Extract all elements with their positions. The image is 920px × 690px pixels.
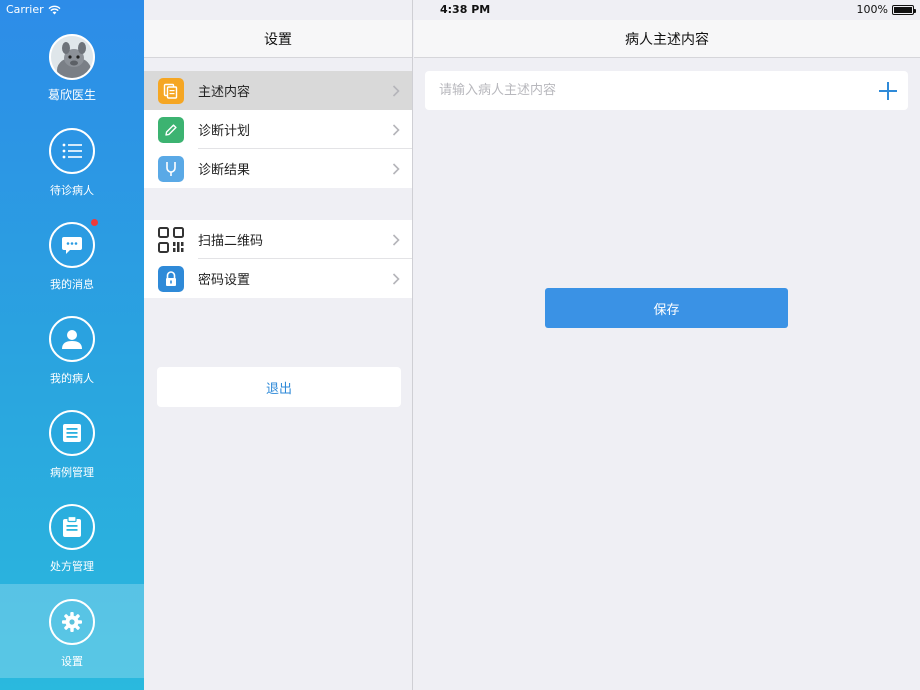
- status-bar: Carrier 4:38 PM 100%: [0, 0, 920, 20]
- settings-row-password[interactable]: 密码设置: [144, 259, 412, 298]
- wifi-icon: [48, 5, 61, 14]
- chevron-right-icon: [392, 220, 400, 259]
- detail-title: 病人主述内容: [414, 20, 920, 58]
- profile-name: 葛欣医生: [47, 88, 96, 102]
- complaint-input-card: [425, 71, 908, 110]
- detail-panel: 病人主述内容 保存: [414, 0, 920, 690]
- avatar-image: [51, 36, 93, 78]
- sidebar: 葛欣医生 待诊病人 我的消息 我的病人 病例管理 处方管理 设置: [0, 0, 144, 690]
- stethoscope-icon: [158, 155, 184, 182]
- nav-circle: [49, 219, 98, 268]
- profile[interactable]: 葛欣医生: [0, 34, 144, 103]
- nav-circle: [49, 504, 95, 550]
- settings-panel: 设置 主述内容 诊断计划 诊断结果 扫描二维码 密码设置 退出: [144, 0, 413, 690]
- person-icon: [62, 330, 82, 349]
- settings-row-chief-complaint[interactable]: 主述内容: [144, 71, 412, 110]
- sidebar-item-label: 处方管理: [50, 560, 94, 573]
- pencil-icon: [158, 116, 184, 143]
- settings-row-diagnosis-result[interactable]: 诊断结果: [144, 149, 412, 188]
- battery-indicator: 100%: [856, 3, 916, 16]
- add-button[interactable]: [876, 79, 900, 103]
- row-label: 主述内容: [198, 85, 251, 100]
- sidebar-item-label: 我的病人: [50, 372, 94, 385]
- clipboard-icon: [63, 516, 81, 537]
- logout-button[interactable]: 退出: [157, 367, 401, 407]
- sidebar-item-label: 病例管理: [50, 466, 94, 479]
- complaint-input[interactable]: [439, 71, 859, 110]
- chevron-right-icon: [392, 110, 400, 149]
- sidebar-item-my-patients[interactable]: 我的病人: [0, 316, 144, 410]
- notification-badge: [91, 219, 98, 226]
- nav-circle: [49, 316, 95, 362]
- sidebar-item-label: 我的消息: [50, 278, 94, 291]
- sidebar-item-pending-patients[interactable]: 待诊病人: [0, 128, 144, 222]
- battery-icon: [892, 4, 916, 15]
- nav-circle: [49, 128, 95, 174]
- chevron-right-icon: [392, 71, 400, 110]
- nav-circle: [49, 599, 95, 645]
- settings-group-records: 主述内容 诊断计划 诊断结果: [144, 71, 412, 188]
- list-icon: [62, 143, 82, 159]
- gear-icon: [62, 612, 82, 632]
- sidebar-item-label: 待诊病人: [50, 184, 94, 197]
- chevron-right-icon: [392, 259, 400, 298]
- document-icon: [158, 77, 184, 104]
- carrier-label: Carrier: [6, 3, 44, 16]
- qrcode-icon: [158, 226, 184, 253]
- row-label: 诊断计划: [198, 124, 251, 139]
- sidebar-item-label: 设置: [61, 655, 83, 668]
- lock-icon: [158, 265, 184, 292]
- sidebar-item-messages[interactable]: 我的消息: [0, 219, 144, 316]
- plus-icon: [879, 82, 897, 100]
- save-button[interactable]: 保存: [545, 288, 788, 328]
- sidebar-item-case-management[interactable]: 病例管理: [0, 410, 144, 504]
- case-icon: [63, 424, 81, 442]
- carrier-indicator: Carrier: [6, 3, 61, 16]
- nav-circle: [49, 410, 95, 456]
- settings-title: 设置: [144, 20, 412, 58]
- settings-row-diagnosis-plan[interactable]: 诊断计划: [144, 110, 412, 149]
- message-icon: [62, 237, 82, 254]
- settings-row-scan-qrcode[interactable]: 扫描二维码: [144, 220, 412, 259]
- row-label: 密码设置: [198, 273, 251, 288]
- row-label: 诊断结果: [198, 163, 251, 178]
- settings-group-tools: 扫描二维码 密码设置: [144, 220, 412, 298]
- row-label: 扫描二维码: [198, 234, 264, 249]
- sidebar-item-settings[interactable]: 设置: [0, 584, 144, 678]
- battery-percent: 100%: [856, 3, 888, 16]
- chevron-right-icon: [392, 149, 400, 188]
- avatar[interactable]: [49, 34, 95, 80]
- status-time: 4:38 PM: [440, 3, 491, 16]
